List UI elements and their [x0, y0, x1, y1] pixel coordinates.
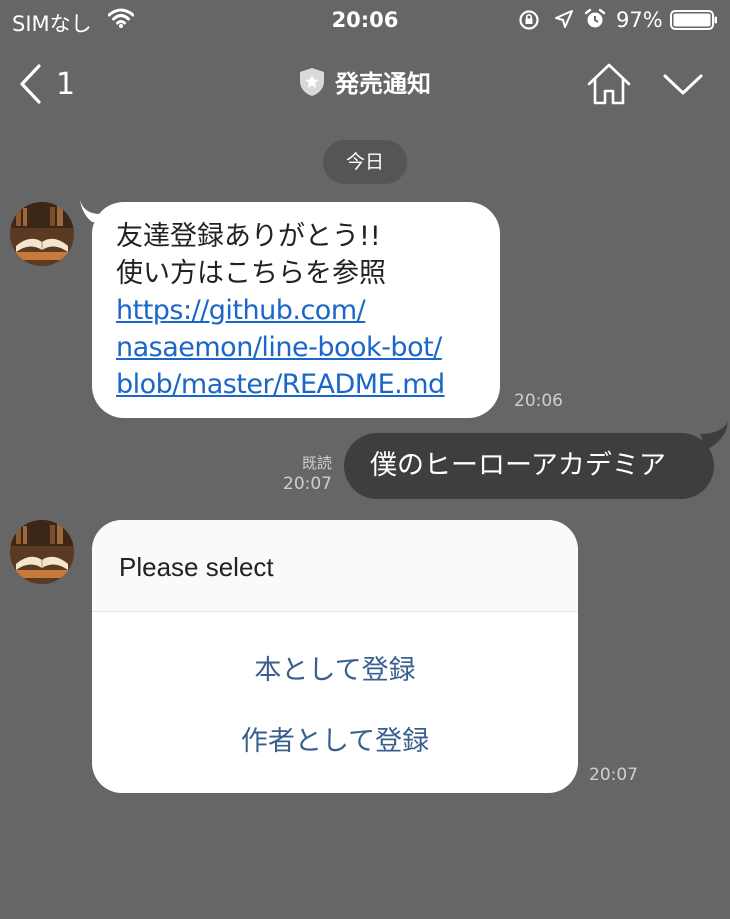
status-bar: SIMなし 20:06 97%: [0, 0, 730, 40]
book-avatar-icon: [10, 202, 74, 266]
bubble-tail: [700, 422, 728, 450]
avatar[interactable]: [10, 202, 74, 266]
chat-header: 1 発売通知: [0, 40, 730, 130]
message-text: 僕のヒーローアカデミア: [370, 450, 666, 481]
location-arrow-icon: [555, 10, 573, 28]
readme-link[interactable]: nasaemon/line-book-bot/: [116, 329, 476, 366]
select-template-card: Please select 本として登録 作者として登録: [92, 520, 578, 793]
home-icon[interactable]: [586, 62, 632, 106]
message-timestamp: 20:07: [589, 765, 638, 785]
alarm-icon: [584, 8, 606, 28]
sent-message-bubble: 僕のヒーローアカデミア: [344, 433, 714, 499]
welcome-message-bubble: 友達登録ありがとう!! 使い方はこちらを参照 https://github.co…: [92, 202, 500, 418]
message-text: 使い方はこちらを参照: [116, 258, 386, 289]
read-receipt: 既読: [302, 454, 333, 472]
avatar[interactable]: [10, 520, 74, 584]
message-text: 友達登録ありがとう!!: [116, 221, 381, 252]
register-as-author-button[interactable]: 作者として登録: [92, 719, 578, 758]
message-timestamp: 20:07: [283, 474, 332, 494]
message-timestamp: 20:06: [514, 391, 563, 411]
card-title: Please select: [92, 520, 578, 612]
readme-link[interactable]: blob/master/README.md: [116, 366, 476, 403]
chat-title-text: 発売通知: [335, 70, 431, 98]
rotation-lock-icon: [519, 10, 539, 30]
date-divider: 今日: [323, 140, 407, 184]
register-as-book-button[interactable]: 本として登録: [92, 648, 578, 687]
official-shield-icon: [300, 67, 324, 96]
chevron-down-icon[interactable]: [662, 70, 704, 98]
battery-icon: [670, 10, 717, 30]
readme-link[interactable]: https://github.com/: [116, 292, 476, 329]
book-avatar-icon: [10, 520, 74, 584]
battery-percent: 97%: [616, 8, 663, 32]
